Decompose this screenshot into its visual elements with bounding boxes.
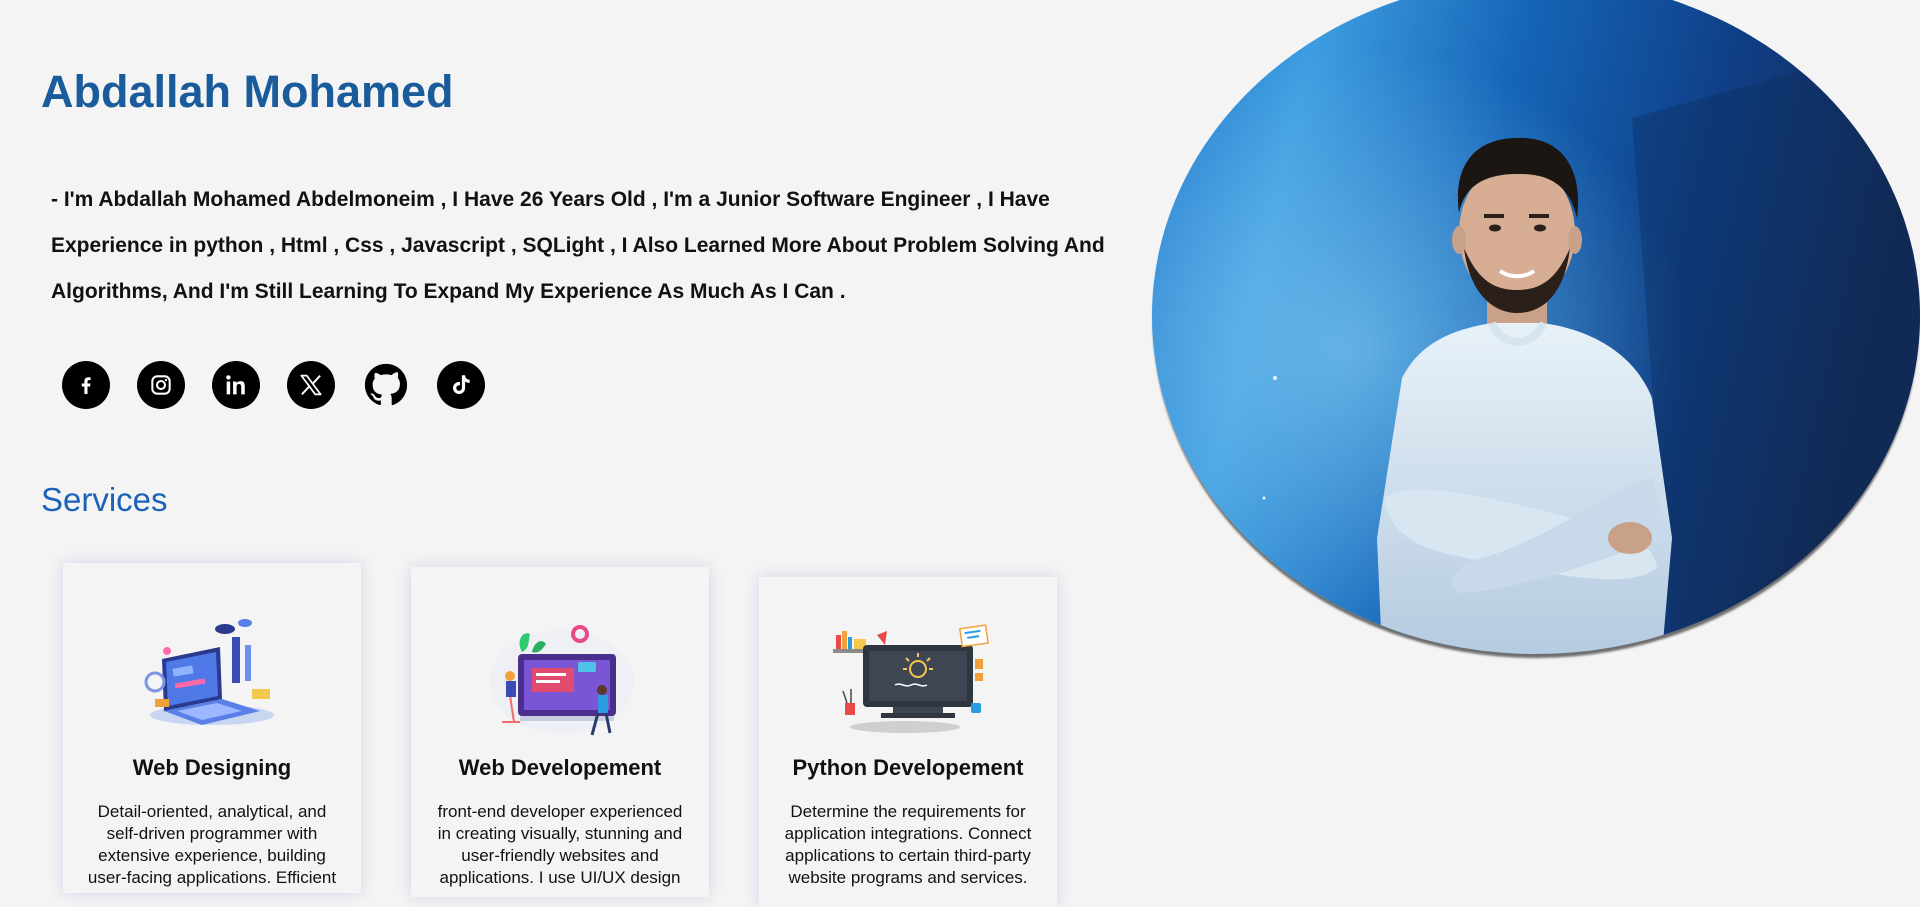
service-title: Web Developement (458, 755, 662, 780)
facebook-link[interactable] (62, 361, 110, 409)
github-icon (364, 363, 408, 406)
social-links (62, 361, 485, 409)
profile-bio: - I'm Abdallah Mohamed Abdelmoneim , I H… (51, 188, 1105, 303)
web-dev-illustration (490, 625, 634, 736)
service-card-web-designing: Web Designing Detail-oriented, analytica… (63, 563, 361, 893)
profile-name: Abdallah Mohamed (41, 66, 454, 117)
x-link[interactable] (287, 361, 335, 409)
profile-photo (1152, 0, 1920, 654)
instagram-link[interactable] (137, 361, 185, 409)
service-description: front-end developer experienced in creat… (437, 802, 683, 887)
tiktok-link[interactable] (437, 361, 485, 409)
laptop-design-illustration (144, 619, 274, 725)
x-icon (300, 374, 322, 396)
service-description: Determine the requirements for applicati… (784, 802, 1032, 887)
services-title: Services (41, 481, 168, 518)
github-link[interactable] (362, 361, 410, 409)
tiktok-icon (452, 375, 470, 395)
python-monitor-illustration (833, 624, 989, 733)
facebook-icon (81, 377, 91, 394)
service-card-python-developement: Python Developement Determine the requir… (759, 577, 1057, 907)
profile-photo-illustration (1152, 0, 1920, 654)
instagram-icon (151, 375, 171, 395)
service-card-web-developement: Web Developement front-end developer exp… (411, 567, 709, 897)
service-title: Web Designing (132, 755, 292, 780)
service-title: Python Developement (792, 755, 1024, 780)
linkedin-link[interactable] (212, 361, 260, 409)
service-description: Detail-oriented, analytical, and self-dr… (87, 802, 337, 887)
linkedin-icon (226, 375, 245, 395)
